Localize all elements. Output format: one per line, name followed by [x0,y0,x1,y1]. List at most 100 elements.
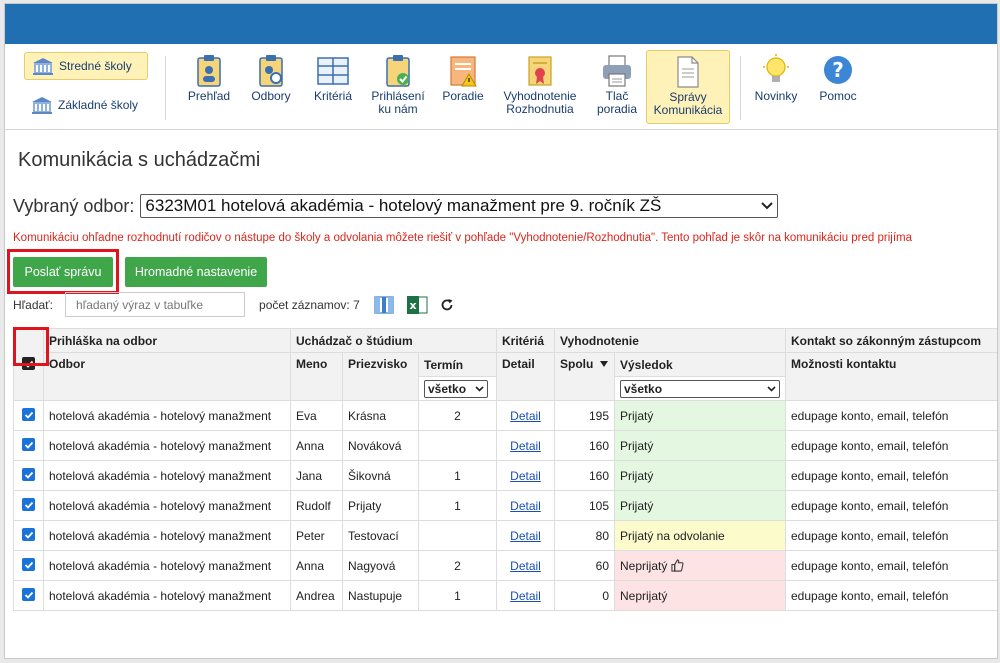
pomoc-button[interactable]: ? Pomoc [810,54,866,103]
detail-link[interactable]: Detail [510,559,541,573]
refresh-icon[interactable] [440,298,454,312]
cell-termin: 1 [418,490,497,521]
cell-priezvisko: Krásna [342,400,419,431]
col-odbor[interactable]: Odbor [43,352,291,401]
vysledok-filter-select[interactable]: všetko [620,379,780,398]
table-row: hotelová akadémia - hotelový manažment An… [13,550,997,581]
termin-filter-value: všetko [428,381,467,396]
result-text: Prijatý [620,498,654,513]
group-kontakt: Kontakt so zákonným zástupcom [785,328,997,353]
cell-detail: Detail [496,520,555,551]
col-priezvisko[interactable]: Priezvisko [342,352,419,401]
cell-spolu: 80 [554,520,615,551]
toolbar: Stredné školy Základné školy Prehľad Odb… [5,44,997,130]
termin-filter-select[interactable]: všetko [424,379,488,398]
vysledok-filter-value: všetko [624,381,663,396]
column-header-row: Odbor Meno Priezvisko Termín Detail Spol… [14,352,997,401]
cell-meno: Eva [290,400,343,431]
row-checkbox[interactable] [22,408,35,422]
cell-spolu: 160 [554,430,615,461]
col-moznosti[interactable]: Možnosti kontaktu [785,352,997,401]
row-checkbox[interactable] [22,588,35,602]
cell-meno: Jana [290,460,343,491]
row-checkbox[interactable] [22,438,35,452]
cell-detail: Detail [496,580,555,611]
ku-nam-label: ku nám [378,102,418,116]
row-checkbox[interactable] [22,558,35,572]
detail-link[interactable]: Detail [510,439,541,453]
zakladne-skoly-button[interactable]: Základné školy [24,92,144,118]
prihlaseni-button[interactable]: Prihlásení ku nám [367,54,429,116]
prehlad-label: Prehľad [187,89,231,103]
cell-priezvisko: Šikovná [342,460,419,491]
row-checkbox-cell [13,490,44,521]
detail-link[interactable]: Detail [510,409,541,423]
clipboard-check-icon [386,55,410,87]
row-checkbox[interactable] [22,498,35,512]
group-prihlaska: Prihláška na odbor [43,328,291,353]
vysledok-filter-cell: všetko [614,376,786,401]
cell-spolu: 105 [554,490,615,521]
sort-down-icon [599,361,608,367]
cell-priezvisko: Prijaty [342,490,419,521]
table-row: hotelová akadémia - hotelový manažment An… [13,580,997,611]
vyhodnotenie-button[interactable]: Vyhodnotenie Rozhodnutia [497,54,583,116]
result-text: Neprijatý [620,558,668,573]
stredne-skoly-button[interactable]: Stredné školy [24,52,148,80]
col-spolu-label: Spolu [560,357,594,371]
pomoc-label: Pomoc [819,89,857,103]
svg-text:x: x [409,299,416,312]
cell-odbor: hotelová akadémia - hotelový manažment [43,400,291,431]
poradie-button[interactable]: Poradie [435,54,491,103]
detail-link[interactable]: Detail [510,529,541,543]
col-termin[interactable]: Termín [418,352,497,377]
group-vyhodnotenie: Vyhodnotenie [554,328,786,353]
col-detail[interactable]: Detail [496,352,555,401]
row-checkbox[interactable] [22,528,35,542]
thumbs-up-icon[interactable] [671,558,684,572]
poradie-label: Poradie [442,89,484,103]
odbor-select[interactable]: 6323M01 hotelová akadémia - hotelový man… [140,194,779,218]
table-row: hotelová akadémia - hotelový manažment An… [13,430,997,461]
spravy-komunikacia-button[interactable]: Správy Komunikácia [646,50,730,124]
row-checkbox[interactable] [22,468,35,482]
kriteria-button[interactable]: Kritériá [305,54,361,103]
cell-kontakt: edupage konto, email, telefón [785,580,997,611]
toolbar-divider [740,56,741,120]
row-checkbox-cell [13,460,44,491]
check-icon [24,531,33,539]
cell-detail: Detail [496,490,555,521]
cell-vysledok: Prijatý [614,400,786,431]
check-icon [24,441,33,449]
prehlad-button[interactable]: Prehľad [181,54,237,103]
cell-termin: 2 [418,550,497,581]
detail-link[interactable]: Detail [510,469,541,483]
highlight-box [7,249,119,294]
group-header-row: Prihláška na odbor Uchádzač o štúdium Kr… [13,328,997,401]
cell-spolu: 195 [554,400,615,431]
col-meno[interactable]: Meno [290,352,343,401]
detail-link[interactable]: Detail [510,499,541,513]
document-icon [677,56,699,88]
cell-spolu: 160 [554,460,615,491]
search-input[interactable]: hľadaný výraz v tabuľke [65,292,246,317]
chevron-down-icon [761,202,774,210]
cell-termin [418,520,497,551]
search-label: Hľadať: [13,297,54,312]
cell-odbor: hotelová akadémia - hotelový manažment [43,460,291,491]
table-row: hotelová akadémia - hotelový manažment Pe… [13,520,997,551]
cell-termin: 2 [418,400,497,431]
bulk-settings-button[interactable]: Hromadné nastavenie [125,257,267,287]
top-bar [5,4,997,44]
col-spolu[interactable]: Spolu [554,352,615,401]
excel-icon[interactable]: x [406,295,428,315]
tlac-poradia-button[interactable]: Tlač poradia [589,54,645,116]
columns-icon[interactable] [374,295,394,315]
detail-link[interactable]: Detail [510,589,541,603]
highlight-box [13,327,49,366]
lightbulb-icon [763,54,789,82]
clipboard-search-icon [259,55,283,87]
col-vysledok[interactable]: Výsledok [614,352,786,377]
novinky-button[interactable]: Novinky [748,54,804,103]
odbory-button[interactable]: Odbory [243,54,299,103]
